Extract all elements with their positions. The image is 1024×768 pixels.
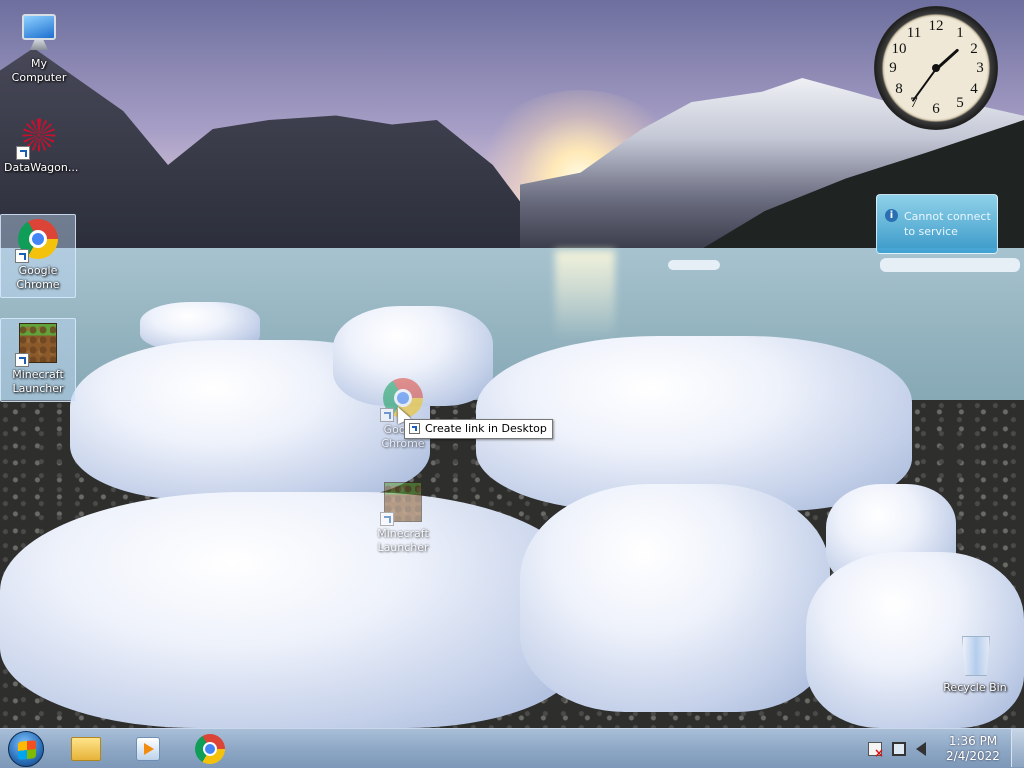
clock-number: 3 (976, 60, 984, 76)
taskbar-media-player[interactable] (124, 732, 172, 766)
clock-hub (932, 64, 940, 72)
wallpaper-sun-reflection (555, 250, 615, 340)
desktop-icon-label: My Computer (11, 57, 67, 84)
clock-number: 9 (889, 60, 897, 76)
clock-number: 11 (906, 25, 922, 41)
wallpaper-ice-block (520, 484, 830, 712)
desktop-icon-minecraft-launcher[interactable]: Minecraft Launcher (0, 318, 76, 402)
clock-number: 1 (956, 25, 964, 41)
clock-number: 10 (891, 41, 907, 57)
wallpaper-ice-floe (880, 258, 1020, 272)
clock-number: 12 (928, 18, 944, 34)
service-status-message: Cannot connect to service (904, 210, 991, 238)
taskbar-google-chrome[interactable] (186, 732, 234, 766)
clock-number: 5 (956, 95, 964, 111)
tray-clock[interactable]: 1:36 PM 2/4/2022 (944, 734, 1002, 764)
shortcut-arrow-icon (380, 512, 394, 526)
clock-number: 6 (932, 101, 940, 117)
desktop-icon-label: Google Chrome (16, 264, 60, 291)
desktop-icon-my-computer[interactable]: My Computer (2, 8, 76, 85)
start-button[interactable] (8, 731, 44, 767)
desktop-icon-label: DataWagon... (4, 161, 79, 174)
wallpaper-ice-block (0, 492, 580, 728)
desktop-icon-recycle-bin[interactable]: Recycle Bin (938, 632, 1012, 695)
shortcut-arrow-icon (409, 423, 420, 434)
network-icon[interactable] (892, 742, 906, 756)
tray-date: 2/4/2022 (946, 749, 1000, 763)
shortcut-arrow-icon (15, 249, 29, 263)
desktop-icon-datawagon[interactable]: DataWagon... (2, 112, 79, 175)
computer-icon (22, 14, 56, 40)
drag-ghost-minecraft-launcher: Minecraft Launcher (366, 478, 440, 555)
clock-gadget[interactable]: 12 1 2 3 4 5 6 7 8 9 10 11 (874, 6, 998, 130)
drag-tooltip-text: Create link in Desktop (425, 422, 547, 435)
desktop-icon-label: Recycle Bin (943, 681, 1007, 694)
desktop-icon-label: Minecraft Launcher (12, 368, 64, 395)
tray-time: 1:36 PM (948, 734, 998, 748)
shortcut-arrow-icon (15, 353, 29, 367)
info-icon: i (885, 209, 898, 222)
recycle-bin-icon (962, 636, 990, 676)
wallpaper-ice-floe (668, 260, 720, 270)
drag-tooltip: Create link in Desktop (404, 419, 553, 439)
taskbar-windows-explorer[interactable] (62, 732, 110, 766)
desktop-wallpaper[interactable] (0, 0, 1024, 728)
wallpaper-mountain-left (0, 48, 560, 255)
windows-explorer-icon (71, 737, 101, 761)
clock-number: 8 (895, 81, 903, 97)
service-status-gadget[interactable]: i Cannot connect to service (876, 194, 998, 254)
shortcut-arrow-icon (16, 146, 30, 160)
windows-logo-icon (18, 740, 36, 760)
desktop-icon-google-chrome[interactable]: Google Chrome (0, 214, 76, 298)
drag-ghost-label: Minecraft Launcher (377, 527, 429, 554)
volume-icon[interactable] (916, 742, 926, 756)
taskbar: 1:36 PM 2/4/2022 (0, 728, 1024, 768)
clock-number: 2 (970, 41, 978, 57)
media-player-icon (136, 737, 160, 761)
show-desktop-button[interactable] (1011, 729, 1024, 767)
clock-minute-hand (911, 68, 937, 102)
chrome-icon (195, 734, 225, 764)
action-center-alert-icon[interactable] (868, 742, 884, 760)
